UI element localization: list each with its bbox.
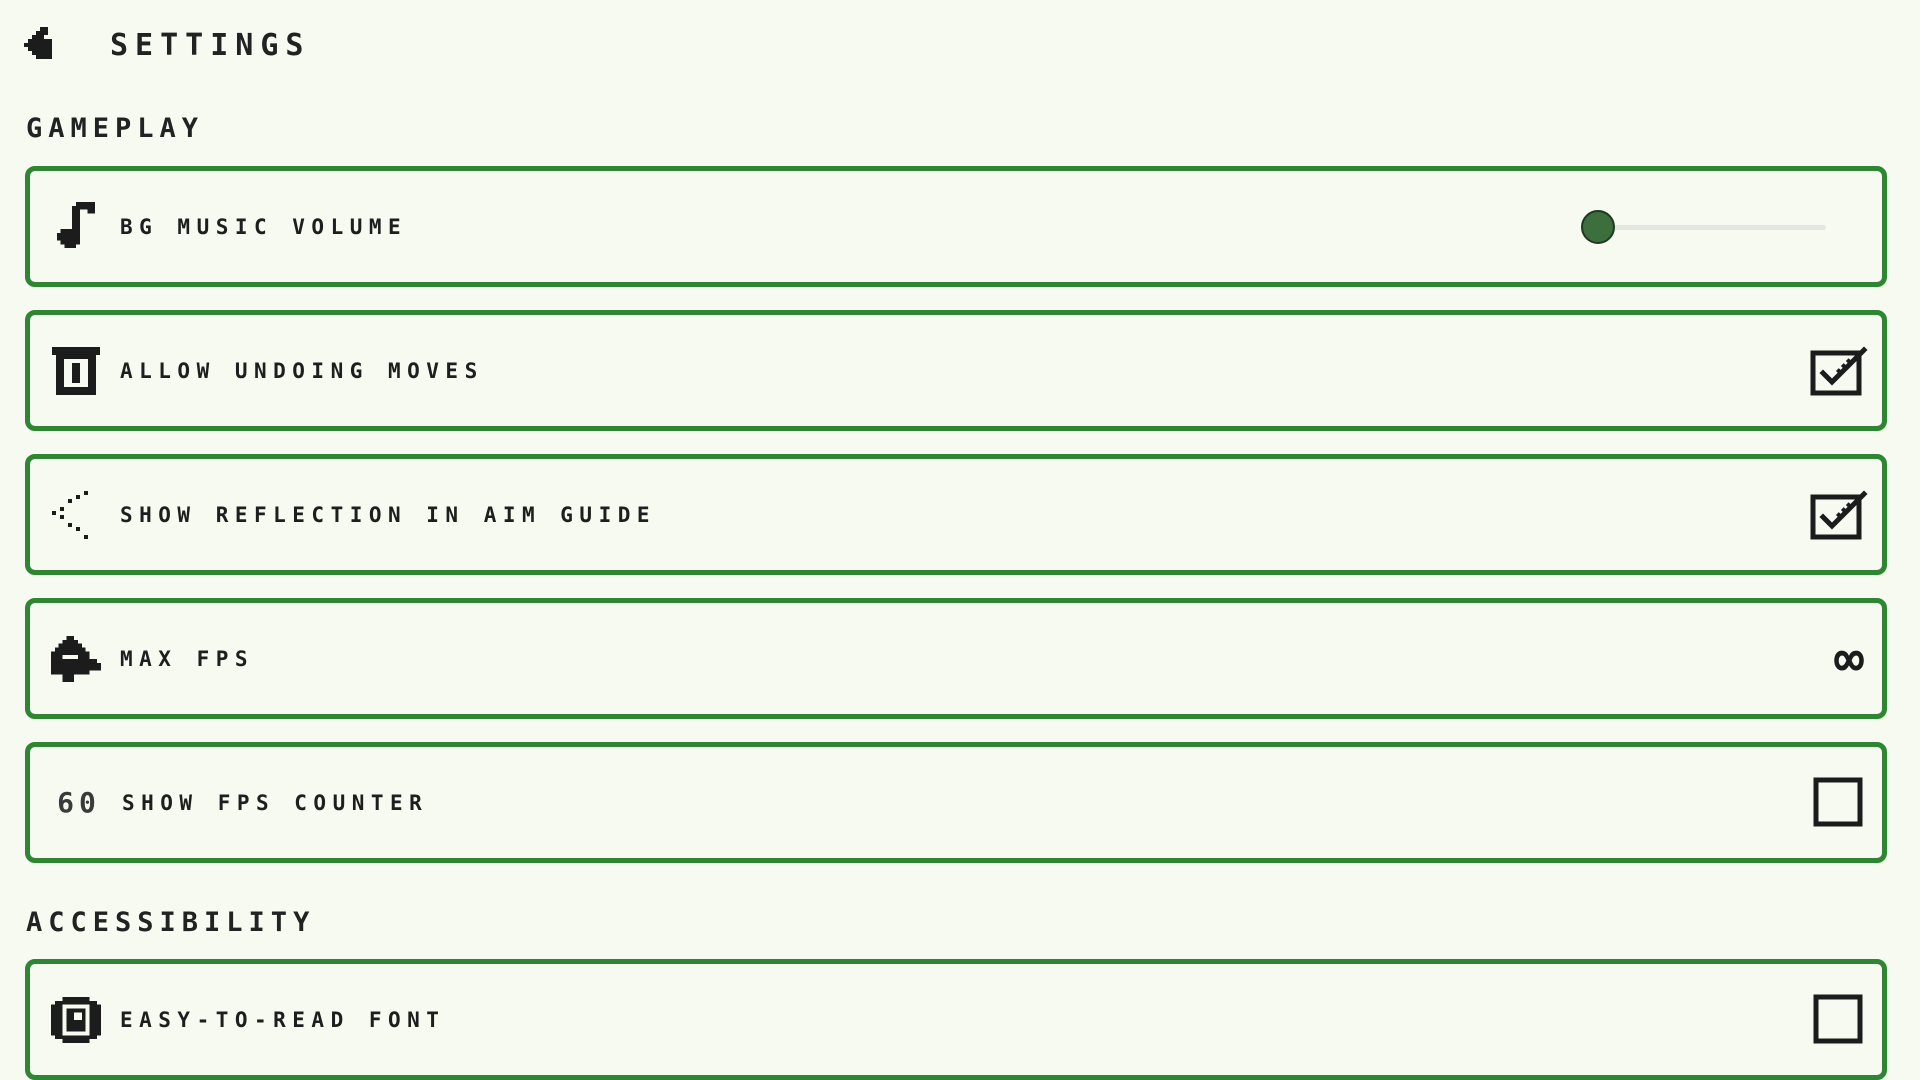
setting-label: ALLOW UNDOING MOVES <box>120 358 484 383</box>
setting-row-bg-music-volume: BG MUSIC VOLUME <box>25 166 1887 287</box>
unchecked-checkbox-icon <box>1813 777 1863 826</box>
setting-label: BG MUSIC VOLUME <box>120 214 408 239</box>
control-area <box>1810 342 1868 400</box>
checked-checkbox-icon <box>1810 345 1868 395</box>
control-area <box>1810 991 1868 1049</box>
speed-hand-icon <box>50 633 102 685</box>
pixel-arrow-left-icon <box>24 27 52 59</box>
back-button[interactable] <box>20 23 60 67</box>
page-title: SETTINGS <box>110 27 311 63</box>
setting-row-max-fps: MAX FPS ∞ <box>25 598 1887 719</box>
easy-to-read-font-checkbox[interactable] <box>1810 991 1868 1049</box>
setting-label: MAX FPS <box>120 646 255 671</box>
control-area <box>1581 207 1868 247</box>
control-area <box>1810 774 1868 832</box>
setting-row-easy-to-read-font: EASY-TO-READ FONT <box>25 959 1887 1080</box>
header: SETTINGS <box>20 16 311 74</box>
volume-slider[interactable] <box>1581 207 1826 247</box>
eye-icon <box>50 994 102 1046</box>
section-title-gameplay: GAMEPLAY <box>26 113 205 144</box>
control-area: ∞ <box>1834 634 1868 684</box>
trash-can-icon <box>50 345 102 397</box>
slider-track <box>1581 224 1826 230</box>
setting-label: SHOW REFLECTION IN AIM GUIDE <box>120 502 657 527</box>
allow-undo-checkbox[interactable] <box>1810 342 1868 400</box>
setting-row-show-reflection: SHOW REFLECTION IN AIM GUIDE <box>25 454 1887 575</box>
setting-label: SHOW FPS COUNTER <box>122 790 429 815</box>
reflection-dots-icon <box>50 489 102 541</box>
checked-checkbox-icon <box>1810 489 1868 539</box>
setting-label: EASY-TO-READ FONT <box>120 1007 446 1032</box>
setting-row-allow-undoing-moves: ALLOW UNDOING MOVES <box>25 310 1887 431</box>
settings-screen: SETTINGS GAMEPLAY BG MUSIC VOLUME ALLOW … <box>0 0 1920 1080</box>
unchecked-checkbox-icon <box>1813 994 1863 1043</box>
section-title-accessibility: ACCESSIBILITY <box>26 907 316 938</box>
music-note-icon <box>50 201 102 253</box>
max-fps-value[interactable]: ∞ <box>1834 634 1864 684</box>
show-fps-counter-checkbox[interactable] <box>1810 774 1868 832</box>
fps-counter-icon: 60 <box>57 786 101 819</box>
setting-row-show-fps-counter: 60 SHOW FPS COUNTER <box>25 742 1887 863</box>
show-reflection-checkbox[interactable] <box>1810 486 1868 544</box>
slider-knob[interactable] <box>1581 209 1615 244</box>
control-area <box>1810 486 1868 544</box>
